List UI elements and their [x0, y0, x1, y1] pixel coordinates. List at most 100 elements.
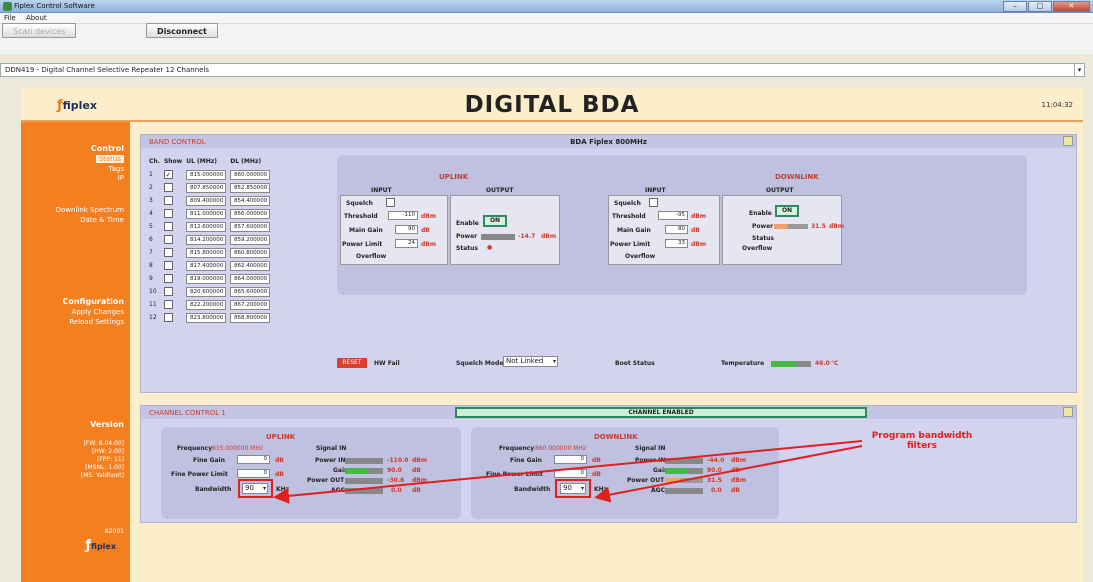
- sidebar-item-downlink-spectrum[interactable]: Downlink Spectrum: [56, 206, 124, 214]
- sidebar-item-apply-changes[interactable]: Apply Changes: [72, 308, 124, 316]
- channel-dl-input[interactable]: 856.000000: [230, 208, 271, 219]
- sidebar-heading-configuration: Configuration: [62, 297, 124, 306]
- channel-ul-input[interactable]: 817.400000: [186, 260, 227, 271]
- channel-ul-input[interactable]: 819.000000: [186, 273, 227, 284]
- channel-show-checkbox[interactable]: [163, 235, 173, 244]
- channel-show-checkbox[interactable]: [163, 287, 173, 296]
- channel-dl-input[interactable]: 867.200000: [230, 299, 271, 310]
- ch-uplink-fine-gain-input[interactable]: 0: [237, 455, 270, 464]
- channel-show-checkbox[interactable]: [163, 209, 173, 218]
- sidebar-item-status[interactable]: Status: [95, 155, 124, 163]
- channel-show-checkbox[interactable]: [163, 196, 173, 205]
- uplink-main-gain-input[interactable]: 90: [395, 225, 418, 234]
- ch-uplink-gain-bar: [345, 468, 383, 474]
- channel-ul-input[interactable]: 820.600000: [186, 286, 227, 297]
- channel-dl-input[interactable]: 857.600000: [230, 221, 271, 232]
- channel-ul-input[interactable]: 807.850000: [186, 182, 227, 193]
- squelch-mode-select[interactable]: Not Linked ▾: [503, 356, 558, 367]
- channel-show-checkbox[interactable]: [163, 222, 173, 231]
- channel-ul-input[interactable]: 809.400000: [186, 195, 227, 206]
- channel-show-cell: [162, 298, 184, 311]
- uplink-power-limit-input[interactable]: 24: [395, 239, 418, 248]
- channel-ul-input[interactable]: 814.200000: [186, 234, 227, 245]
- device-selector[interactable]: DDN419 - Digital Channel Selective Repea…: [0, 63, 1085, 77]
- channel-dl-input[interactable]: 854.400000: [230, 195, 271, 206]
- disconnect-button[interactable]: Disconnect: [146, 23, 218, 38]
- sidebar-item-reload-settings[interactable]: Reload Settings: [69, 318, 124, 326]
- channel-dl-input[interactable]: 864.000000: [230, 273, 271, 284]
- main-content: BAND CONTROL BDA Fiplex 800MHz Ch. Show …: [130, 122, 1083, 582]
- page-title: DIGITAL BDA: [464, 92, 640, 118]
- channel-show-cell: [162, 259, 184, 272]
- chevron-down-icon[interactable]: ▾: [1074, 64, 1084, 76]
- ch-downlink-fine-power-limit-input[interactable]: 0: [554, 469, 587, 478]
- channel-ul-input[interactable]: 811.000000: [186, 208, 227, 219]
- channel-ul-input[interactable]: 815.000000: [186, 169, 227, 180]
- ch-downlink-fine-power-limit-label: Fine Power Limit: [486, 471, 543, 478]
- channel-ul-input[interactable]: 812.600000: [186, 221, 227, 232]
- version-fw: [FW: 8.04.00]: [83, 440, 124, 447]
- channel-dl-input[interactable]: 865.600000: [230, 286, 271, 297]
- uplink-threshold-label: Threshold: [344, 213, 378, 220]
- minimize-button[interactable]: –: [1003, 1, 1027, 12]
- channel-row: 4 811.000000 856.000000: [147, 207, 272, 220]
- collapse-button[interactable]: [1063, 136, 1073, 146]
- window-titlebar: Fiplex Control Software – □ ✕: [0, 0, 1093, 13]
- channel-dl-input[interactable]: 862.400000: [230, 260, 271, 271]
- channel-control-panel: CHANNEL CONTROL 1 CHANNEL ENABLED UPLINK…: [140, 405, 1077, 523]
- channel-dl-input[interactable]: 859.200000: [230, 234, 271, 245]
- uplink-enable-toggle[interactable]: ON: [483, 215, 507, 227]
- reset-button[interactable]: RESET: [337, 358, 367, 368]
- sidebar-item-date-time[interactable]: Date & Time: [80, 216, 124, 224]
- channel-number: 4: [149, 210, 153, 217]
- channel-ul-input[interactable]: 815.800000: [186, 247, 227, 258]
- sidebar-item-ip[interactable]: IP: [118, 174, 124, 182]
- channel-show-checkbox[interactable]: [163, 248, 173, 257]
- uplink-enable-label: Enable: [456, 220, 479, 227]
- collapse-button[interactable]: [1063, 407, 1073, 417]
- sidebar-item-tags[interactable]: Tags: [109, 165, 125, 173]
- channel-show-cell: [162, 220, 184, 233]
- ch-uplink-gain-value: 90.0: [387, 467, 402, 474]
- downlink-input-header: INPUT: [645, 187, 666, 194]
- channel-dl-input[interactable]: 860.000000: [230, 169, 271, 180]
- channel-show-checkbox[interactable]: [163, 274, 173, 283]
- uplink-threshold-input[interactable]: -110: [388, 211, 418, 220]
- downlink-enable-toggle[interactable]: ON: [775, 205, 799, 217]
- ch-downlink-title: DOWNLINK: [594, 433, 638, 441]
- temperature-unit: °C: [831, 360, 839, 367]
- channel-row: 12 823.800000 868.800000: [147, 311, 272, 324]
- downlink-threshold-label: Threshold: [612, 213, 646, 220]
- ch-downlink-power-in-bar: [665, 458, 703, 464]
- annotation-line2: filters: [907, 441, 937, 451]
- channel-row: 3 809.400000 854.400000: [147, 194, 272, 207]
- downlink-main-gain-input[interactable]: 80: [665, 225, 688, 234]
- ch-uplink-fine-power-limit-input[interactable]: 0: [237, 469, 270, 478]
- ch-uplink-fine-gain-unit: dB: [275, 457, 284, 464]
- channel-show-checkbox[interactable]: [163, 300, 173, 309]
- maximize-button[interactable]: □: [1027, 1, 1052, 12]
- scan-devices-button[interactable]: Scan devices: [2, 23, 77, 38]
- channel-show-checkbox[interactable]: [163, 261, 173, 270]
- downlink-threshold-input[interactable]: -95: [658, 211, 688, 220]
- downlink-squelch-checkbox[interactable]: [649, 198, 658, 207]
- menu-file[interactable]: File: [0, 13, 20, 23]
- menu-about[interactable]: About: [22, 13, 51, 23]
- close-button[interactable]: ✕: [1052, 1, 1090, 12]
- channel-dl-input[interactable]: 852.850000: [230, 182, 271, 193]
- ch-uplink-power-in-label: Power IN: [315, 457, 346, 464]
- channel-ul-input[interactable]: 823.800000: [186, 312, 227, 323]
- channel-dl-input[interactable]: 860.800000: [230, 247, 271, 258]
- ch-downlink-fine-gain-input[interactable]: 0: [554, 455, 587, 464]
- downlink-power-limit-input[interactable]: 33: [665, 239, 688, 248]
- channel-dl-input[interactable]: 868.800000: [230, 312, 271, 323]
- channel-show-cell: ✓: [162, 168, 184, 181]
- uplink-squelch-checkbox[interactable]: [386, 198, 395, 207]
- channel-row: 1 ✓ 815.000000 860.000000: [147, 168, 272, 181]
- channel-ul-cell: 811.000000: [184, 207, 228, 220]
- channel-show-checkbox[interactable]: [163, 313, 173, 322]
- channel-show-checkbox[interactable]: ✓: [163, 170, 173, 179]
- channel-ul-input[interactable]: 822.200000: [186, 299, 227, 310]
- downlink-power-bar: [774, 224, 808, 229]
- channel-show-checkbox[interactable]: [163, 183, 173, 192]
